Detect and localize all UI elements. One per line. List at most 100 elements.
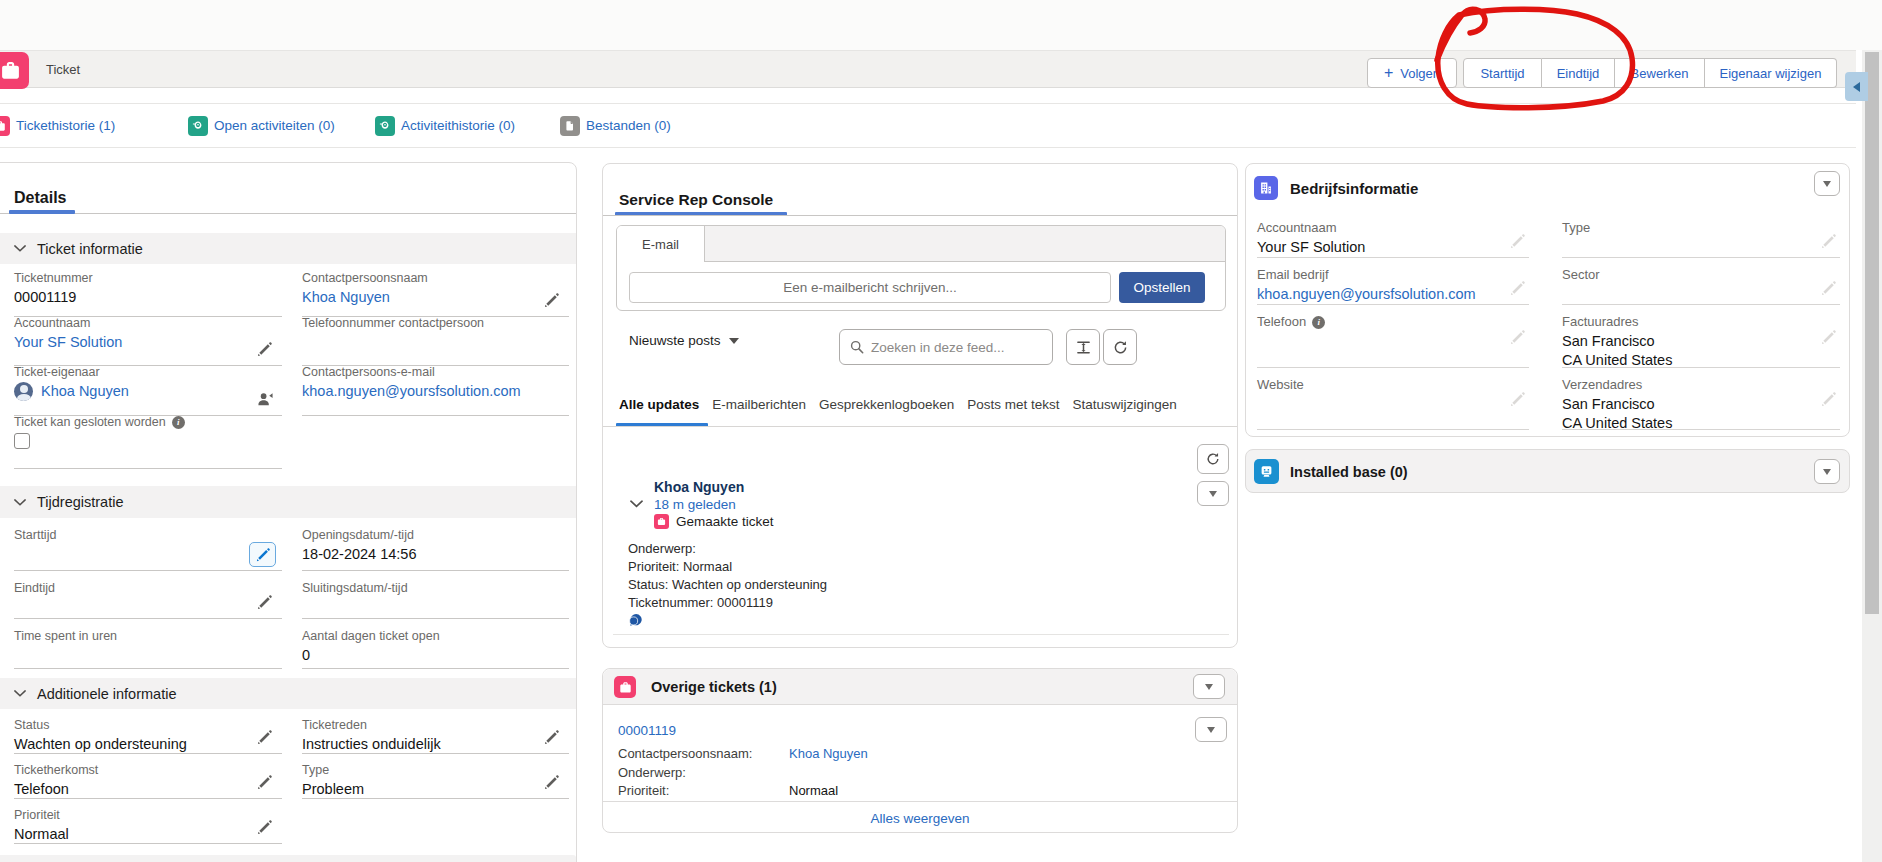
feedtab-alle-updates[interactable]: Alle updates	[619, 397, 699, 412]
post-menu-button[interactable]	[1197, 481, 1229, 506]
quicklink-activiteithistorie[interactable]: Activiteithistorie (0)	[375, 104, 515, 147]
bestanden-icon	[560, 116, 580, 136]
edit-website-icon[interactable]	[1510, 392, 1525, 407]
field-ticket-kan-gesloten-worden: Ticket kan gesloten worden i	[14, 416, 282, 469]
contact-email-link[interactable]: khoa.nguyen@yoursfsolution.com	[302, 382, 521, 401]
compose-email-input[interactable]: Een e-mailbericht schrijven...	[629, 272, 1111, 303]
feedtab-statuswijzigingen[interactable]: Statuswijzigingen	[1072, 397, 1176, 412]
installed-base-menu-button[interactable]	[1814, 459, 1840, 484]
installed-base-title: Installed base (0)	[1290, 464, 1408, 480]
company-email-link[interactable]: khoa.nguyen@yoursfsolution.com	[1257, 286, 1476, 302]
quicklink-bestanden[interactable]: Bestanden (0)	[560, 104, 671, 147]
collapse-post-icon[interactable]	[630, 500, 643, 508]
field-website: Website	[1257, 368, 1529, 430]
edit-accountnaam-icon[interactable]	[257, 342, 272, 357]
post-time-link[interactable]: 18 m geleden	[654, 497, 736, 512]
change-owner-icon[interactable]	[257, 391, 274, 407]
section-additionele-informatie[interactable]: Additionele informatie	[0, 678, 576, 709]
edit-accountnaam-icon[interactable]	[1510, 234, 1525, 249]
related-lists-quicklinks: Tickethistorie (1) Open activiteiten (0)…	[0, 103, 1856, 148]
edit-type-icon[interactable]	[544, 775, 559, 790]
console-tab[interactable]: Service Rep Console	[619, 191, 773, 209]
eindtijd-button[interactable]: Eindtijd	[1542, 58, 1615, 88]
contact-link[interactable]: Khoa Nguyen	[302, 288, 390, 307]
feedtab-posts-met-tekst[interactable]: Posts met tekst	[967, 397, 1059, 412]
feedtab-gesprekkenlogboeken[interactable]: Gesprekkenlogboeken	[819, 397, 954, 412]
overige-tickets-title[interactable]: Overige tickets (1)	[651, 679, 777, 695]
installed-base-panel: Installed base (0)	[1245, 449, 1850, 493]
field-ticketnummer: Ticketnummer 00001119	[14, 272, 282, 317]
edit-telefoon-icon[interactable]	[1510, 330, 1525, 345]
bewerken-button[interactable]: Bewerken	[1615, 58, 1705, 88]
empty-cell	[302, 416, 569, 469]
refresh-icon	[1113, 340, 1128, 355]
field-aantal-dagen: Aantal dagen ticket open 0	[302, 619, 569, 669]
section-tijdregistratie[interactable]: Tijdregistratie	[0, 486, 576, 518]
info-icon[interactable]: i	[1312, 316, 1325, 329]
details-tab[interactable]: Details	[14, 189, 66, 207]
field-type: Type Probleem	[302, 754, 569, 799]
scrollbar-thumb[interactable]	[1865, 52, 1879, 614]
edit-starttijd-button[interactable]	[249, 542, 276, 567]
refresh-post-button[interactable]	[1197, 444, 1229, 474]
account-icon	[1254, 176, 1278, 200]
comment-icon[interactable]	[628, 613, 643, 627]
refresh-feed-button[interactable]	[1103, 329, 1137, 365]
expand-sidebar-button[interactable]	[1845, 72, 1868, 101]
edit-eindtijd-icon[interactable]	[257, 595, 272, 610]
edit-type-icon[interactable]	[1821, 234, 1836, 249]
eigenaar-wijzigen-button[interactable]: Eigenaar wijzigen	[1705, 58, 1837, 88]
follow-button[interactable]: + Volgen	[1367, 58, 1457, 88]
post-author-link[interactable]: Khoa Nguyen	[654, 479, 744, 495]
feedtab-emailberichten[interactable]: E-mailberichten	[712, 397, 806, 412]
dropdown-icon	[1209, 491, 1217, 497]
feed-search-input[interactable]: Zoeken in deze feed...	[839, 329, 1053, 365]
search-icon	[850, 340, 864, 354]
field-eindtijd: Eindtijd	[14, 571, 282, 619]
edit-ticketreden-icon[interactable]	[544, 730, 559, 745]
feed-sort-dropdown[interactable]: Nieuwste posts	[629, 333, 739, 348]
browser-top-strip	[0, 0, 1882, 50]
plus-icon: +	[1384, 64, 1393, 82]
field-ticketreden: Ticketreden Instructies onduidelijk	[302, 709, 569, 754]
gesloten-checkbox[interactable]	[14, 433, 30, 449]
ticket-row-menu-button[interactable]	[1195, 717, 1227, 742]
account-link[interactable]: Your SF Solution	[14, 333, 122, 352]
bedrijfsinformatie-menu-button[interactable]	[1814, 171, 1840, 196]
edit-sector-icon[interactable]	[1821, 281, 1836, 296]
field-telefoon: Telefoon i	[1257, 305, 1529, 368]
field-status: Status Wachten op ondersteuning	[14, 709, 282, 754]
dropdown-icon	[1823, 469, 1831, 475]
quicklink-open-activiteiten[interactable]: Open activiteiten (0)	[188, 104, 335, 147]
refresh-icon	[1206, 452, 1220, 466]
alles-weergeven-link[interactable]: Alles weergeven	[870, 811, 969, 826]
overige-tickets-footer: Alles weergeven	[603, 801, 1237, 834]
overige-tickets-header: Overige tickets (1)	[603, 669, 1237, 705]
edit-ticketherkomst-icon[interactable]	[257, 775, 272, 790]
ticket-entity-icon	[0, 52, 29, 89]
edit-factuuradres-icon[interactable]	[1821, 330, 1836, 345]
opstellen-button[interactable]: Opstellen	[1119, 272, 1205, 303]
edit-status-icon[interactable]	[257, 730, 272, 745]
email-publisher: E-mail Een e-mailbericht schrijven... Op…	[616, 225, 1226, 311]
edit-verzendadres-icon[interactable]	[1821, 392, 1836, 407]
bedrijfsinformatie-panel: Bedrijfsinformatie Accountnaam Your SF S…	[1245, 163, 1850, 437]
section-ticket-informatie[interactable]: Ticket informatie	[0, 233, 576, 264]
field-verzendadres: Verzendadres San FranciscoCA United Stat…	[1562, 368, 1840, 430]
ticket-number-link[interactable]: 00001119	[618, 723, 676, 738]
details-tab-header: Details	[0, 163, 576, 214]
quicklink-tickethistorie[interactable]: Tickethistorie (1)	[0, 104, 115, 147]
field-accountnaam: Accountnaam Your SF Solution	[14, 317, 282, 366]
overige-tickets-menu-button[interactable]	[1193, 674, 1225, 699]
email-tab[interactable]: E-mail	[617, 226, 705, 262]
field-ticket-eigenaar: Ticket-eigenaar Khoa Nguyen	[14, 366, 282, 416]
starttijd-button[interactable]: Starttijd	[1463, 58, 1542, 88]
field-starttijd: Starttijd	[14, 518, 282, 571]
edit-email-icon[interactable]	[1510, 281, 1525, 296]
edit-prioriteit-icon[interactable]	[257, 820, 272, 835]
info-icon[interactable]: i	[172, 416, 185, 429]
edit-contactpersoonsnaam-icon[interactable]	[544, 293, 559, 308]
owner-link[interactable]: Khoa Nguyen	[41, 382, 129, 401]
collapse-posts-button[interactable]	[1066, 329, 1100, 365]
contact-link[interactable]: Khoa Nguyen	[789, 745, 868, 764]
